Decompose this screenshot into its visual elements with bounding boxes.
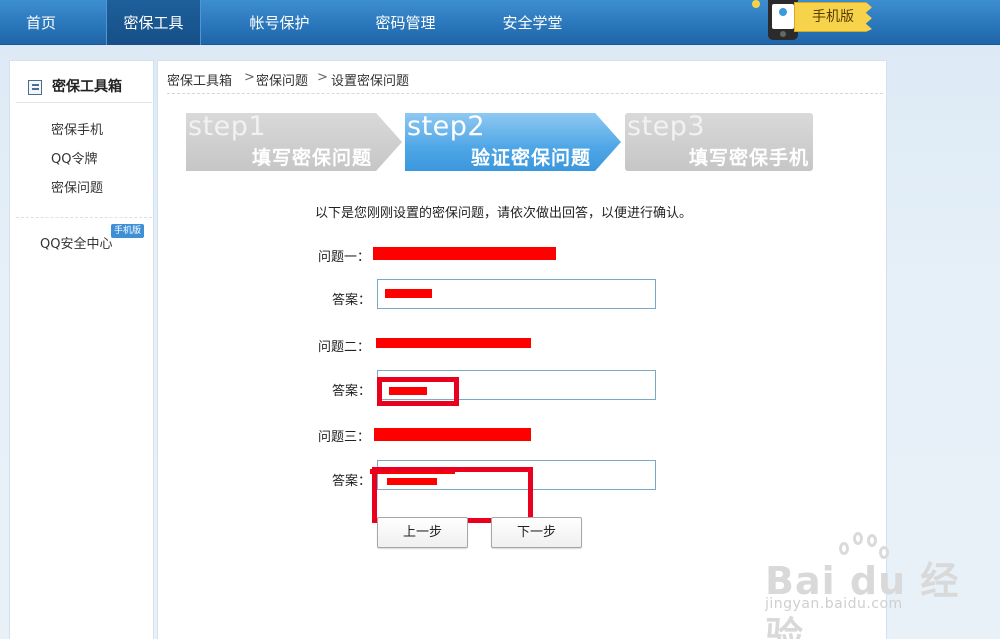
badge-dot — [752, 0, 760, 8]
step-label: 填写密保问题 — [251, 147, 372, 169]
step-number: step2 — [407, 111, 486, 142]
answer-3-label: 答案： — [332, 474, 372, 489]
nav-item-account-protection[interactable]: 帐号保护 — [232, 0, 327, 45]
nav-item-home[interactable]: 首页 — [0, 0, 82, 45]
sidebar-title: 密保工具箱 — [16, 71, 152, 103]
nav-item-security-school[interactable]: 安全学堂 — [485, 0, 580, 45]
question-1-label: 问题一： — [318, 250, 371, 265]
sidebar-divider — [16, 217, 152, 218]
question-2-label: 问题二： — [318, 340, 371, 355]
answer-2-label: 答案： — [332, 384, 372, 399]
previous-step-button[interactable]: 上一步 — [377, 517, 468, 548]
step-2: step2 验证密保问题 — [405, 113, 621, 171]
mobile-version-tag: 手机版 — [111, 224, 145, 238]
step-label: 验证密保问题 — [470, 147, 591, 169]
breadcrumb-item-current: 设置密保问题 — [331, 74, 410, 89]
redacted-answer-2 — [389, 387, 427, 395]
breadcrumb-separator: > — [244, 70, 255, 85]
answer-1-label: 答案： — [332, 293, 372, 308]
step-number: step3 — [627, 111, 706, 142]
redacted-answer-3-box — [372, 467, 533, 523]
breadcrumb-item-toolbox[interactable]: 密保工具箱 — [167, 70, 232, 89]
breadcrumb: 密保工具箱 > 密保问题 > 设置密保问题 — [167, 70, 883, 94]
step-3: step3 填写密保手机 — [625, 111, 813, 171]
instructions-text: 以下是您刚刚设置的密保问题，请依次做出回答，以便进行确认。 — [315, 206, 693, 221]
redacted-question-2 — [376, 338, 531, 348]
next-step-button[interactable]: 下一步 — [491, 517, 582, 548]
sidebar-item-qq-token[interactable]: QQ令牌 — [51, 148, 97, 167]
sidebar-item-qq-security-center[interactable]: QQ安全中心 — [40, 233, 112, 252]
sidebar-item-secure-phone[interactable]: 密保手机 — [51, 119, 103, 138]
question-3-label: 问题三： — [318, 430, 371, 445]
phone-icon — [768, 0, 798, 40]
breadcrumb-separator: > — [317, 70, 328, 85]
redacted-question-3 — [374, 428, 531, 441]
step-1: step1 填写密保问题 — [186, 113, 402, 171]
step-label: 填写密保手机 — [688, 147, 809, 169]
top-navigation: 首页 密保工具 帐号保护 密码管理 安全学堂 手机版 — [0, 0, 1000, 45]
redacted-answer-1 — [385, 289, 432, 298]
mobile-version-label[interactable]: 手机版 — [794, 2, 872, 32]
main-panel: 密保工具箱 > 密保问题 > 设置密保问题 step1 填写密保问题 step2… — [157, 60, 887, 639]
mobile-version-badge[interactable]: 手机版 — [752, 0, 872, 40]
redacted-question-1 — [373, 247, 556, 260]
sidebar-title-text: 密保工具箱 — [52, 79, 122, 95]
toolbox-icon — [28, 80, 42, 95]
breadcrumb-item-security-questions[interactable]: 密保问题 — [256, 70, 308, 89]
sidebar-item-security-questions[interactable]: 密保问题 — [51, 177, 103, 196]
step-number: step1 — [188, 111, 267, 142]
sidebar: 密保工具箱 密保手机 QQ令牌 密保问题 QQ安全中心 手机版 — [9, 60, 154, 639]
nav-item-security-tools[interactable]: 密保工具 — [106, 0, 201, 45]
nav-item-password-management[interactable]: 密码管理 — [358, 0, 453, 45]
